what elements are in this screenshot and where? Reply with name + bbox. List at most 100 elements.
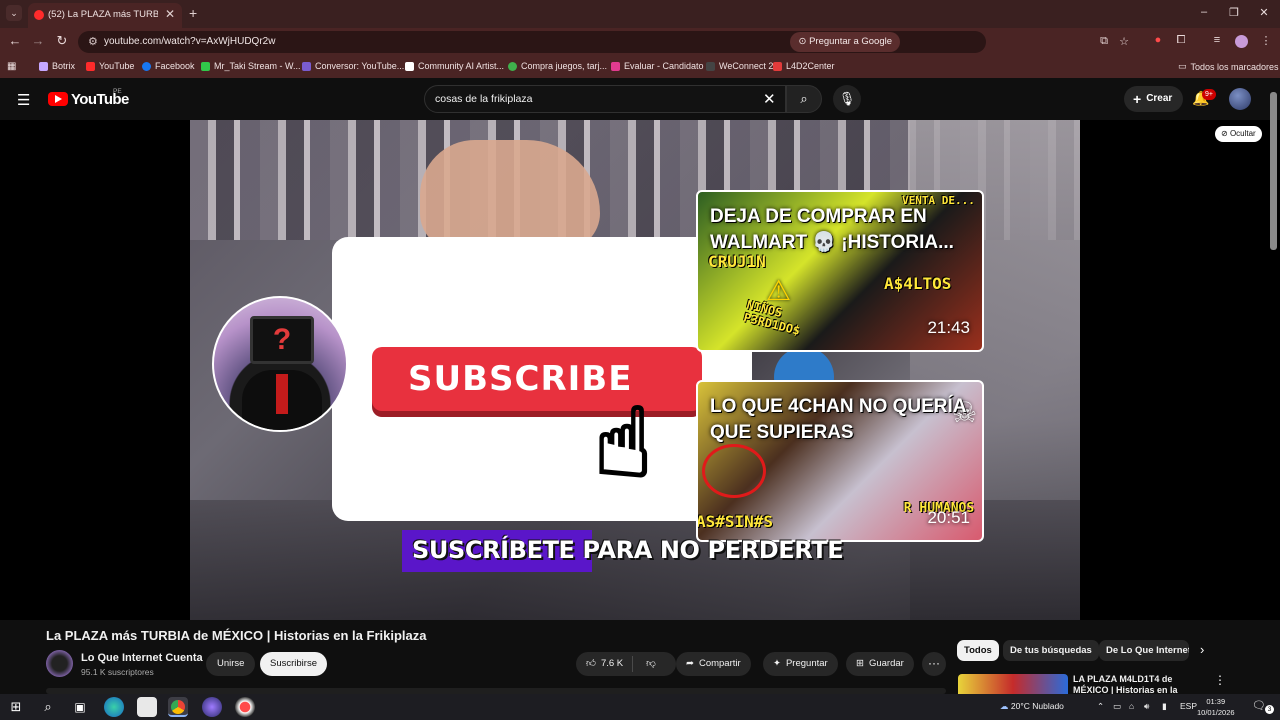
- endscreen-video-card[interactable]: CRUJ1N A$4LTOS NIÑOS P3RD1DO$ VENTA DE..…: [696, 190, 984, 352]
- restore-icon[interactable]: ❐: [1224, 6, 1244, 19]
- store-icon: [508, 61, 517, 71]
- save-button[interactable]: ⊞ Guardar: [846, 652, 914, 676]
- tv-head-icon: ?: [250, 316, 314, 364]
- tray-chevron-icon[interactable]: ⌃: [1097, 701, 1104, 712]
- chrome-icon[interactable]: [168, 697, 188, 717]
- voice-search-button[interactable]: 🎙: [833, 85, 861, 113]
- forward-icon[interactable]: →: [29, 33, 47, 48]
- account-avatar[interactable]: [1229, 88, 1251, 110]
- microphone-icon: 🎙: [838, 91, 856, 106]
- close-window-icon[interactable]: ✕: [1254, 6, 1274, 19]
- bookmark-item[interactable]: Botrix: [39, 61, 75, 71]
- bookmark-item[interactable]: Community AI Artist...: [405, 61, 504, 71]
- related-video-thumbnail[interactable]: [958, 674, 1068, 694]
- create-button[interactable]: + Crear: [1124, 86, 1184, 112]
- hide-end-cards-button[interactable]: ⊘ Ocultar: [1215, 126, 1262, 142]
- bookmark-item[interactable]: WeConnect 2.0: [706, 61, 781, 71]
- chevron-right-icon[interactable]: ›: [1200, 642, 1204, 657]
- back-icon[interactable]: ←: [6, 33, 24, 48]
- tab-title: (52) La PLAZA más TURBIA de M: [48, 9, 158, 20]
- clock[interactable]: 01:39 10/01/2026: [1197, 696, 1235, 718]
- search-button[interactable]: ⌕: [786, 85, 822, 113]
- new-tab-button[interactable]: +: [189, 5, 197, 21]
- card-title: DEJA DE COMPRAR EN WALMART 💀 ¡HISTORIA..…: [710, 206, 954, 253]
- bookmark-item[interactable]: Facebook: [142, 61, 195, 71]
- search-icon[interactable]: ⌕: [38, 697, 58, 717]
- like-dislike-group: 👍︎ 7.6 K 👎︎: [576, 652, 676, 676]
- dislike-button[interactable]: 👎︎: [638, 652, 664, 676]
- extensions-puzzle-icon[interactable]: ⧠: [1173, 34, 1189, 47]
- address-bar[interactable]: ⚙ youtube.com/watch?v=AxWjHUDQr2w ⊙ Preg…: [78, 31, 1129, 53]
- discord-icon[interactable]: [202, 697, 222, 717]
- ask-button[interactable]: ✦ Preguntar: [763, 652, 838, 676]
- bookmark-add-icon: ⊞: [856, 658, 864, 669]
- hamburger-menu-icon[interactable]: ☰: [17, 91, 30, 109]
- kick-icon: [201, 61, 210, 71]
- mic-tray-icon[interactable]: ▮: [1162, 701, 1167, 712]
- google-lens-icon: ⊙: [798, 36, 810, 47]
- windows-start-icon[interactable]: ⊞: [6, 697, 26, 717]
- chip-from-channel[interactable]: De Lo Que Internet: [1099, 640, 1189, 661]
- store-icon[interactable]: [137, 697, 157, 717]
- card-title: LO QUE 4CHAN NO QUERÍA QUE SUPIERAS: [710, 396, 966, 443]
- browser-menu-icon[interactable]: ⋮: [1258, 34, 1274, 47]
- volume-icon[interactable]: 🔊︎: [1144, 701, 1149, 712]
- endscreen-video-card[interactable]: ☠ AS#SIN#S R HUMANOS LO QUE 4CHAN NO QUE…: [696, 380, 984, 542]
- chip-all[interactable]: Todos: [957, 640, 999, 661]
- ask-google-button[interactable]: ⊙ Preguntar a Google: [790, 32, 900, 52]
- page-scrollbar[interactable]: [1270, 92, 1277, 250]
- clear-search-icon[interactable]: ✕: [763, 90, 776, 108]
- bookmark-item[interactable]: YouTube: [86, 61, 134, 71]
- search-icon: ⌕: [800, 91, 808, 106]
- weather-widget[interactable]: ☁ 20°C Nublado: [1000, 701, 1064, 712]
- tab-search-button[interactable]: ⌄: [6, 5, 22, 21]
- bookmark-star-icon[interactable]: ☆: [1116, 35, 1132, 48]
- like-button[interactable]: 👍︎ 7.6 K: [576, 656, 634, 672]
- share-icon: ➦: [686, 658, 694, 669]
- channel-endscreen-avatar[interactable]: ?: [212, 296, 348, 432]
- bookmark-item[interactable]: L4D2Center: [773, 61, 835, 71]
- related-more-icon[interactable]: ⋮: [1214, 673, 1226, 687]
- video-player[interactable]: ⊘ Ocultar SUBSCRIBE ☝ ? CRUJ1N A$4LTOS N…: [0, 120, 1280, 620]
- site-info-icon[interactable]: ⚙: [88, 35, 98, 48]
- card-overlay-text: AS#SIN#S: [696, 512, 774, 531]
- tray-app-icon[interactable]: ▭: [1113, 701, 1121, 712]
- profile-avatar-icon[interactable]: [1235, 35, 1248, 48]
- search-input[interactable]: cosas de la frikiplaza ✕: [424, 85, 786, 113]
- reload-icon[interactable]: ↻: [53, 33, 71, 49]
- hand-shape: [420, 140, 600, 250]
- tab-active[interactable]: (52) La PLAZA más TURBIA de M ✕: [28, 3, 182, 28]
- bookmark-item[interactable]: Mr_Taki Stream - W...: [201, 61, 301, 71]
- chip-from-searches[interactable]: De tus búsquedas: [1003, 640, 1099, 661]
- install-app-icon[interactable]: ⧉: [1096, 35, 1112, 48]
- join-button[interactable]: Unirse: [206, 652, 256, 676]
- plus-icon: +: [1133, 91, 1142, 107]
- bookmark-item[interactable]: Compra juegos, tarj...: [508, 61, 607, 71]
- more-actions-button[interactable]: ···: [922, 652, 946, 676]
- bookmark-item[interactable]: Conversor: YouTube...: [302, 61, 404, 71]
- share-button[interactable]: ➦ Compartir: [676, 652, 751, 676]
- edge-icon[interactable]: [104, 697, 124, 717]
- app-icon[interactable]: [235, 697, 255, 717]
- bookmarks-bar: ▦ Botrix YouTube Facebook Mr_Taki Stream…: [0, 56, 1280, 78]
- youtube-logo-icon[interactable]: [48, 92, 68, 106]
- subscribe-button[interactable]: Suscribirse: [260, 652, 327, 676]
- tab-close-icon[interactable]: ✕: [165, 7, 175, 21]
- task-view-icon[interactable]: ▣: [70, 697, 90, 717]
- apps-grid-icon[interactable]: ▦: [7, 61, 16, 72]
- channel-name[interactable]: Lo Que Internet Cuenta: [81, 652, 203, 664]
- language-indicator[interactable]: ESP: [1180, 701, 1197, 711]
- subscribe-graphic: SUBSCRIBE: [372, 347, 702, 411]
- all-bookmarks-folder[interactable]: ▭ Todos los marcadores: [1178, 61, 1279, 72]
- url-text[interactable]: youtube.com/watch?v=AxWjHUDQr2w: [104, 36, 275, 47]
- region-code: PE: [113, 88, 122, 95]
- channel-avatar[interactable]: [46, 650, 73, 677]
- search-query[interactable]: cosas de la frikiplaza: [435, 93, 532, 105]
- minimize-icon[interactable]: –: [1194, 6, 1214, 18]
- notification-center-icon[interactable]: 🗨︎: [1252, 699, 1266, 712]
- eye-off-icon: ⊘: [1221, 129, 1230, 138]
- media-queue-icon[interactable]: ≡: [1209, 34, 1225, 46]
- network-icon[interactable]: ⌂: [1129, 701, 1134, 711]
- extension-icon[interactable]: ●: [1150, 34, 1166, 46]
- bookmark-item[interactable]: Evaluar - Candidato: [611, 61, 704, 71]
